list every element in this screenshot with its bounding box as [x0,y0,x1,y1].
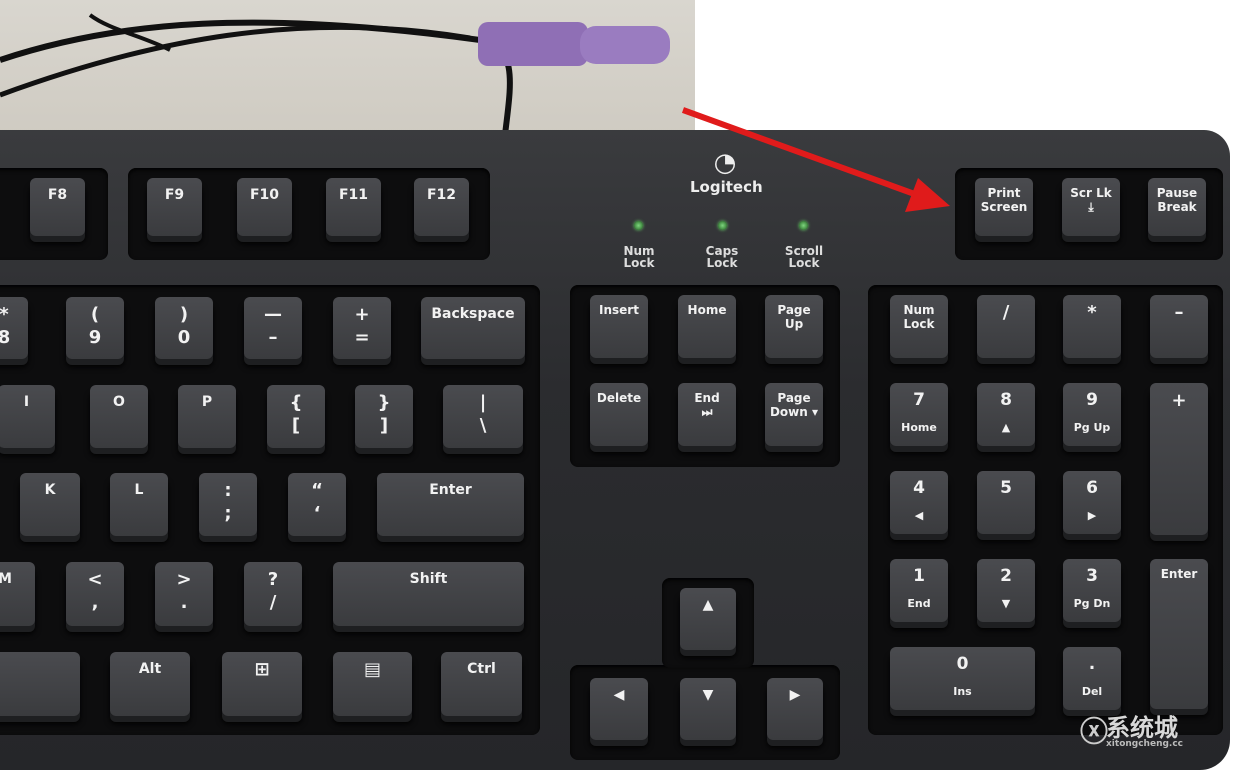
arrow-head-icon [905,178,950,212]
watermark-cn: 系统城 [1106,714,1178,742]
arrow-shaft [681,107,922,199]
watermark-en: xitongcheng.cc [1106,739,1184,749]
red-arrow-annotation [681,107,950,212]
watermark: ⓧ 系统城 xitongcheng.cc [1080,708,1183,749]
watermark-logo-icon: ⓧ [1080,715,1109,748]
